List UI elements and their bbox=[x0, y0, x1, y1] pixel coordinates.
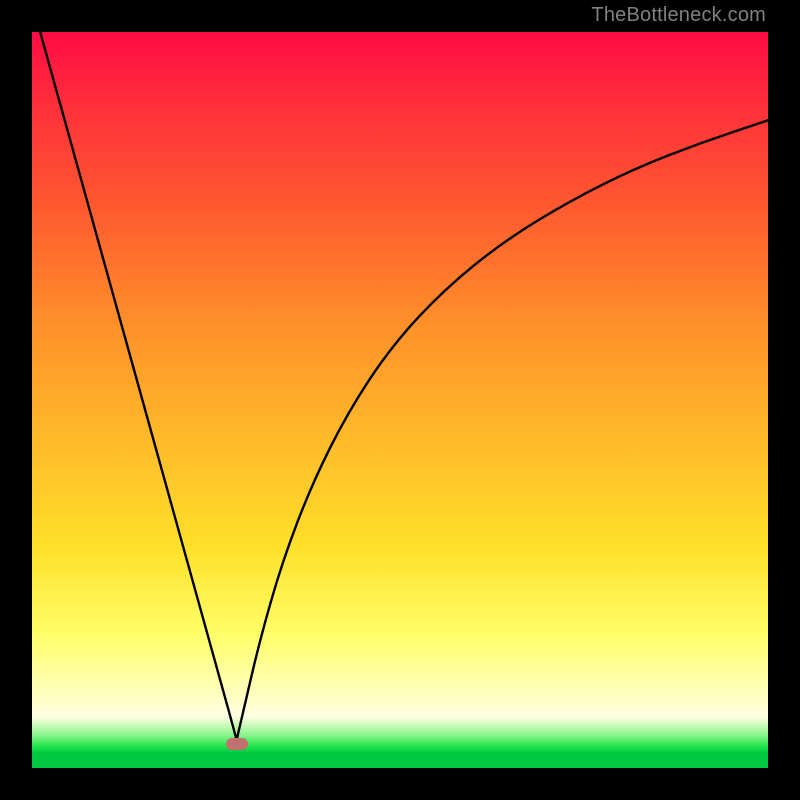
watermark-text: TheBottleneck.com bbox=[591, 4, 766, 27]
curve-left-branch bbox=[32, 3, 237, 740]
minimum-marker bbox=[226, 738, 248, 750]
plot-area bbox=[32, 32, 768, 768]
curve-right-branch bbox=[237, 120, 768, 740]
chart-frame: TheBottleneck.com bbox=[0, 0, 800, 800]
curve-svg bbox=[32, 32, 768, 768]
